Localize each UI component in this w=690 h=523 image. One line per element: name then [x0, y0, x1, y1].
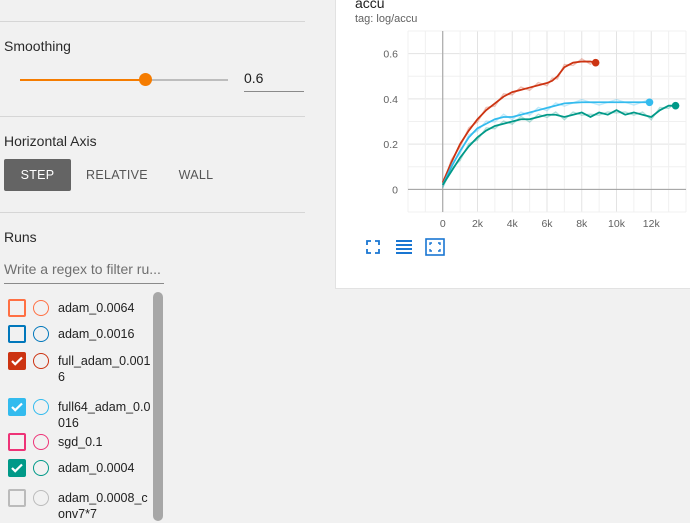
run-checkbox[interactable] [8, 489, 26, 507]
x-tick-label: 4k [507, 218, 519, 230]
y-tick-label: 0.6 [383, 49, 398, 61]
smoothing-value-input[interactable]: 0.6 [244, 68, 304, 92]
data-list-icon[interactable] [394, 238, 414, 256]
series-end-marker [591, 58, 600, 67]
run-color-circle[interactable] [33, 434, 49, 450]
chart-card: accu tag: log/accu 0 2k 4k 6k 8k 10k 12k 0 0.2 0.… [335, 0, 690, 289]
run-label: adam_0.0016 [58, 327, 135, 341]
run-checkbox[interactable] [8, 325, 26, 343]
x-tick-label: 10k [608, 218, 626, 230]
chart-title: accu [355, 0, 385, 11]
x-tick-label: 12k [643, 218, 661, 230]
run-label: adam_0.0064 [58, 301, 135, 315]
run-color-circle[interactable] [33, 300, 49, 316]
x-tick-label: 8k [576, 218, 588, 230]
series-end-marker [645, 98, 654, 107]
fullscreen-icon[interactable] [363, 238, 383, 256]
x-tick-label: 0 [440, 218, 446, 230]
smoothing-slider[interactable] [20, 73, 228, 86]
sidebar: Smoothing 0.6 Horizontal Axis STEP RELAT… [0, 0, 305, 523]
y-tick-label: 0.4 [383, 94, 398, 106]
run-color-circle[interactable] [33, 460, 49, 476]
runs-title: Runs [4, 229, 37, 245]
run-checkbox[interactable] [8, 352, 26, 370]
run-checkbox[interactable] [8, 299, 26, 317]
axis-step-button[interactable]: STEP [4, 159, 71, 191]
run-label: sgd_0.1 [58, 435, 103, 449]
run-color-circle[interactable] [33, 353, 49, 369]
smoothing-title: Smoothing [4, 38, 71, 54]
divider [0, 212, 305, 213]
run-label: adam_0.0004 [58, 461, 135, 475]
y-tick-label: 0.2 [383, 139, 398, 151]
fit-domain-icon[interactable] [425, 238, 445, 256]
run-color-circle[interactable] [33, 326, 49, 342]
x-tick-label: 2k [472, 218, 484, 230]
run-label: adam_0.0008_conv7*7 [58, 491, 148, 521]
smoothing-slider-fill [20, 79, 145, 81]
axis-wall-button[interactable]: WALL [166, 159, 226, 191]
accu-line-chart[interactable]: 0 2k 4k 6k 8k 10k 12k 0 0.2 0.4 0.6 [336, 25, 690, 235]
check-icon [11, 463, 23, 473]
runs-scrollbar[interactable] [153, 292, 163, 521]
check-icon [11, 402, 23, 412]
chart-tag: tag: log/accu [355, 13, 418, 25]
run-color-circle[interactable] [33, 490, 49, 506]
runs-list: adam_0.0064 adam_0.0016 full_adam_0.0016fu… [0, 292, 152, 523]
y-tick-label: 0 [392, 184, 398, 196]
divider [0, 21, 305, 22]
divider [0, 116, 305, 117]
run-checkbox[interactable] [8, 398, 26, 416]
horizontal-axis-title: Horizontal Axis [4, 133, 97, 149]
runs-filter-input[interactable]: Write a regex to filter ru... [4, 256, 164, 284]
smoothing-slider-thumb[interactable] [138, 73, 152, 86]
check-icon [11, 356, 23, 366]
run-label: full64_adam_0.0016 [58, 400, 151, 430]
series-end-marker [671, 101, 680, 110]
run-color-circle[interactable] [33, 399, 49, 415]
run-checkbox[interactable] [8, 459, 26, 477]
run-label: full_adam_0.0016 [58, 354, 151, 384]
series-line [441, 60, 596, 183]
run-checkbox[interactable] [8, 433, 26, 451]
x-tick-label: 6k [541, 218, 553, 230]
axis-relative-button[interactable]: RELATIVE [80, 159, 154, 191]
